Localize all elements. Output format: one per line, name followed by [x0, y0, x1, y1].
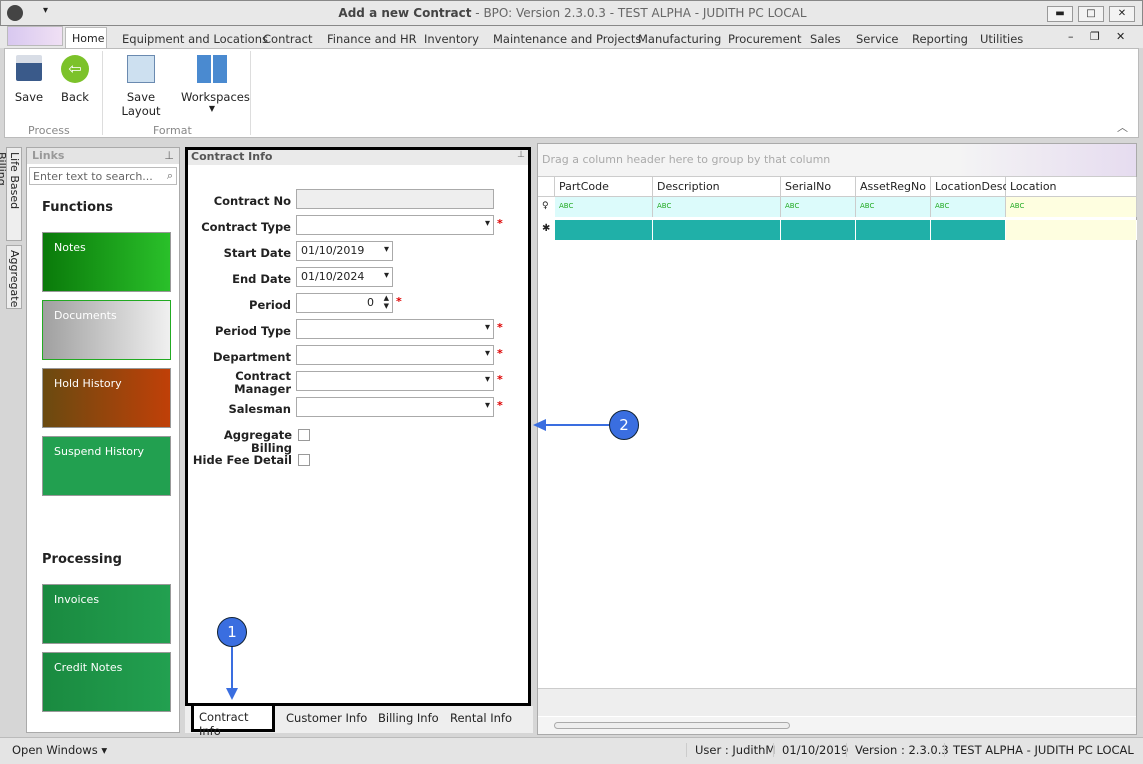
callout-2-badge: 2	[609, 410, 639, 440]
callout-arrows	[226, 419, 609, 700]
callout-1-badge: 1	[217, 617, 247, 647]
callout-1-arrowhead	[226, 688, 238, 700]
callout-2-arrowhead	[533, 419, 546, 431]
